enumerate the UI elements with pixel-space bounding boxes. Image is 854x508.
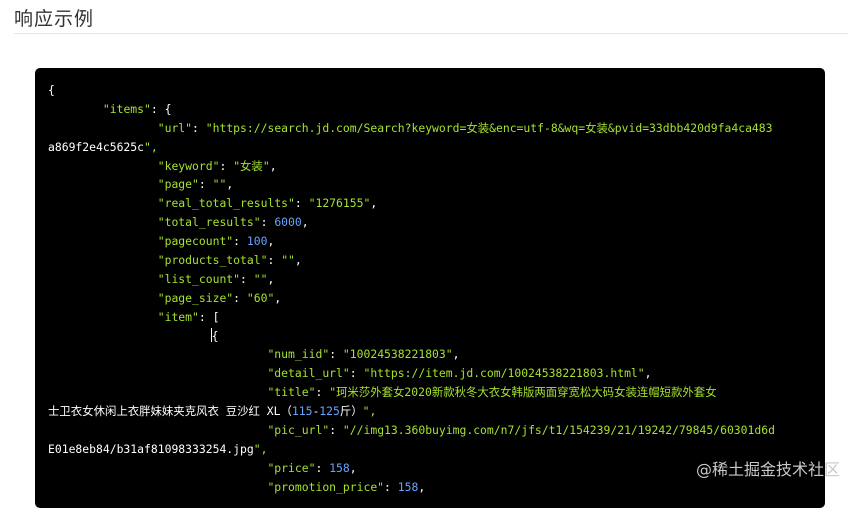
code-line: "detail_url": "https://item.jd.com/10024… [267,366,652,381]
page-title: 响应示例 [14,8,95,30]
code-line: "items": { [102,101,172,116]
watermark: @稀土掘金技术社区 [695,460,840,479]
code-line: "promotion_price": 158, [267,479,426,494]
title-divider [14,33,848,34]
code-line: { [48,83,55,97]
code-line: "pic_url": "//img13.360buyimg.com/n7/jfs… [267,423,775,438]
code-line: "total_results": 6000, [157,215,309,230]
code-content[interactable]: { "items": { "url": "https://search.jd.c… [35,68,825,497]
code-line: "keyword": "女装", [157,158,277,173]
code-line: "list_count": "", [157,271,275,286]
code-line: "page": "", [157,177,234,192]
code-line: a869f2e4c5625c", [48,139,158,154]
code-line: { [210,327,219,343]
code-line: "num_iid": "10024538221803", [267,347,460,362]
code-line: "item": [ [157,309,220,324]
text-cursor [210,327,212,342]
code-line: "products_total": "", [157,253,302,268]
code-line: "url": "https://search.jd.com/Search?key… [157,120,773,135]
code-line: "page_size": "60", [157,290,282,305]
response-example-code-block[interactable]: { "items": { "url": "https://search.jd.c… [35,68,825,508]
code-line: "title": "珂米莎外套女2020新款秋冬大衣女韩版两面穿宽松大码女装连帽… [267,385,717,400]
code-line: "real_total_results": "1276155", [157,196,378,211]
code-line: 士卫衣女休闲上衣胖妹妹夹克风衣 豆沙红 XL（115-125斤）", [48,404,377,419]
code-line: "pagecount": 100, [157,234,275,249]
